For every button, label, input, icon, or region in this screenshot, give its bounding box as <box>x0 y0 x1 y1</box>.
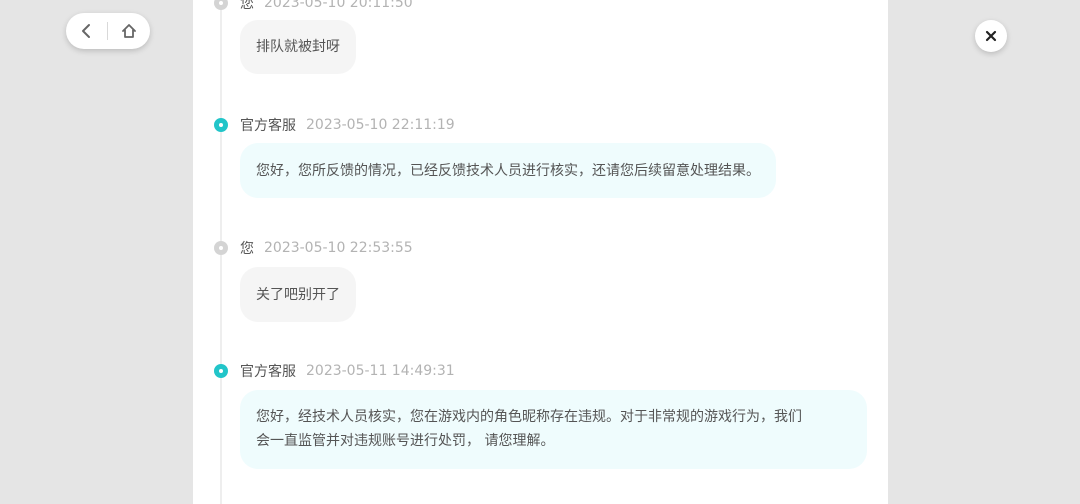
message-header: 您 2023-05-10 20:11:50 <box>240 0 413 13</box>
conversation-panel[interactable]: 您 2023-05-10 20:11:50 排队就被封呀 官方客服 2023-0… <box>193 0 888 504</box>
message-text: 关了吧别开了 <box>256 286 340 303</box>
message-text: 您好，您所反馈的情况，已经反馈技术人员进行核实，还请您后续留意处理结果。 <box>256 162 760 179</box>
chevron-left-icon <box>81 24 90 38</box>
message-header: 官方客服 2023-05-10 22:11:19 <box>240 115 455 135</box>
close-icon <box>985 30 997 42</box>
sender-name: 您 <box>240 241 254 257</box>
timestamp: 2023-05-10 22:53:55 <box>264 240 413 256</box>
message-text-line: 您好，经技术人员核实，您在游戏内的角色昵称存在违规。对于非常规的游戏行为，我们 <box>256 409 802 425</box>
message-header: 官方客服 2023-05-11 14:49:31 <box>240 361 455 381</box>
sender-name: 官方客服 <box>240 364 296 380</box>
page: 您 2023-05-10 20:11:50 排队就被封呀 官方客服 2023-0… <box>0 0 1080 504</box>
sender-name: 您 <box>240 0 254 12</box>
message-bubble: 关了吧别开了 <box>240 267 356 322</box>
timeline-dot-user <box>214 0 228 10</box>
timestamp: 2023-05-11 14:49:31 <box>306 363 455 379</box>
message-bubble: 排队就被封呀 <box>240 20 356 74</box>
timestamp: 2023-05-10 22:11:19 <box>306 117 455 133</box>
timeline-dot-agent <box>214 118 228 132</box>
message-text-line: 会一直监管并对违规账号进行处罚， 请您理解。 <box>256 433 555 449</box>
close-button[interactable] <box>975 20 1007 52</box>
nav-pill <box>66 13 150 49</box>
home-icon <box>121 24 136 38</box>
back-button[interactable] <box>66 13 107 49</box>
home-button[interactable] <box>108 13 149 49</box>
timestamp: 2023-05-10 20:11:50 <box>264 0 413 11</box>
message-bubble: 您好，您所反馈的情况，已经反馈技术人员进行核实，还请您后续留意处理结果。 <box>240 143 776 198</box>
message-text: 排队就被封呀 <box>256 39 340 55</box>
message-bubble: 您好，经技术人员核实，您在游戏内的角色昵称存在违规。对于非常规的游戏行为，我们 … <box>240 390 867 469</box>
timeline-dot-user <box>214 241 228 255</box>
timeline-dot-agent <box>214 364 228 378</box>
sender-name: 官方客服 <box>240 118 296 134</box>
message-header: 您 2023-05-10 22:53:55 <box>240 238 413 258</box>
